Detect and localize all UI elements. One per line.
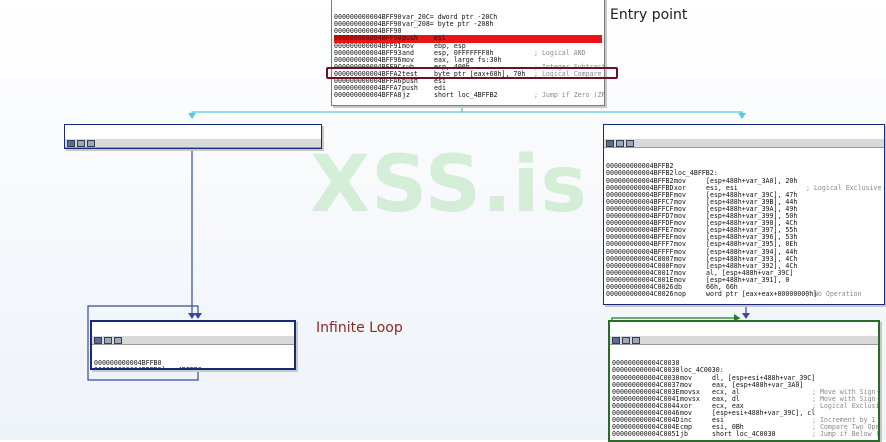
arrow-head-nop: [188, 113, 196, 119]
asm-mnemonic: jb: [680, 430, 688, 439]
asm-line[interactable]: 000000000004BFFB0loc_4BFFB0:: [94, 367, 292, 368]
edge-entry-to-right: [461, 106, 743, 118]
asm-comment: ; Logical Exclusive OR: [806, 183, 885, 192]
group-node-icon[interactable]: [114, 337, 122, 345]
color-node-icon[interactable]: [104, 337, 112, 345]
asm-line[interactable]: 000000000004C0026 nop word ptr [eax+eax+00…: [606, 290, 882, 299]
asm-text: loc_4BFFB0:: [162, 367, 206, 368]
node-bottom-lines: 000000000004C0030 000000000004C0030 loc_4C…: [610, 359, 878, 439]
asm-comment: ; Jump if Below (CF=1): [812, 430, 880, 439]
group-node-icon[interactable]: [87, 140, 95, 148]
asm-comment: ; Jump if Zero (ZF=1): [534, 91, 605, 100]
asm-comment: ; Logical Exclusive OR: [812, 401, 880, 410]
node-right-lines: 000000000004BFFB2 000000000004BFFB2 loc_4B…: [604, 162, 884, 299]
graph-node-entry[interactable]: 000000000004BFF90 var_20C= dword ptr -20C…: [331, 0, 605, 106]
node-loop-lines: 000000000004BFFB0000000000004BFFB0loc_4B…: [92, 359, 294, 368]
asm-mnemonic: jz: [402, 91, 410, 100]
asm-address: 000000000004BFFA8: [334, 91, 402, 100]
asm-comment: ; Logical AND: [534, 48, 586, 57]
color-node-icon[interactable]: [622, 337, 630, 345]
graph-node-icon[interactable]: [612, 337, 620, 345]
color-node-icon[interactable]: [77, 140, 85, 148]
asm-mnemonic: nop: [674, 290, 686, 299]
asm-address: 000000000004C0026: [606, 290, 674, 299]
asm-operands: esi: [434, 77, 446, 86]
asm-operands: short loc_4BFFB2: [434, 91, 498, 100]
node-toolbar: [92, 336, 294, 346]
asm-operands: [esp+esi+488h+var_39C], cl: [712, 409, 816, 418]
graph-node-icon[interactable]: [606, 140, 614, 148]
asm-operands: word ptr [eax+eax+00000000h]: [706, 290, 818, 299]
node-toolbar: [65, 139, 321, 148]
node-toolbar: [610, 336, 878, 346]
color-node-icon[interactable]: [616, 140, 624, 148]
focus-box-test-instruction: [326, 67, 618, 79]
edge-entry-to-nop: [191, 106, 463, 118]
node-entry-lines: 000000000004BFF90 var_20C= dword ptr -20C…: [332, 13, 604, 100]
annotation-infinite-loop: Infinite Loop: [316, 320, 403, 336]
group-node-icon[interactable]: [632, 337, 640, 345]
graph-node-icon[interactable]: [94, 337, 102, 345]
node-toolbar: [604, 139, 884, 149]
arrow-head-right: [738, 113, 746, 119]
group-node-icon[interactable]: [626, 140, 634, 148]
asm-text: var_208= byte ptr -208h: [402, 20, 494, 29]
asm-address: 000000000004BFFB0: [94, 367, 162, 368]
arrow-head-loop-self: [194, 313, 202, 319]
asm-line[interactable]: 000000000004C0051 jb short loc_4C0030 ; Jum…: [612, 430, 878, 439]
graph-node-loc-4BFFB2[interactable]: 000000000004BFFB2 000000000004BFFB2 loc_4B…: [603, 124, 885, 305]
asm-comment: ; No Operation: [806, 290, 862, 299]
annotation-entry-point: Entry point: [610, 7, 688, 23]
graph-node-loc-4C0030[interactable]: 000000000004C0030 000000000004C0030 loc_4C…: [608, 320, 880, 442]
asm-operands: short loc_4C0030: [712, 430, 776, 439]
watermark-text: XSS.is: [310, 140, 588, 230]
graph-node-infinite-loop[interactable]: 000000000004BFFB0000000000004BFFB0loc_4B…: [90, 320, 296, 370]
arrow-head-bottom: [742, 313, 750, 319]
graph-node-nop[interactable]: 000000000004BFFAAnopword ptr [eax+eax+00…: [64, 124, 322, 149]
asm-address: 000000000004C0051: [612, 430, 680, 439]
asm-line[interactable]: 000000000004BFFA8 jz short loc_4BFFB2 ; Jum…: [334, 91, 605, 100]
graph-node-icon[interactable]: [67, 140, 75, 148]
